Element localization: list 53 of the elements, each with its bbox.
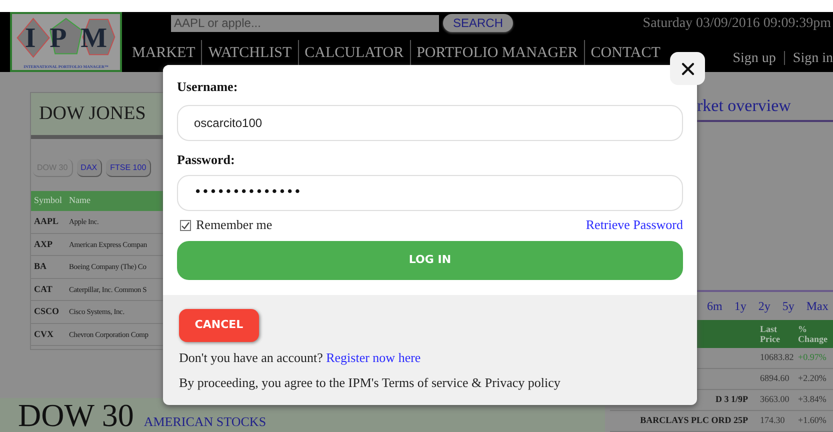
table-cell: AXP — [34, 238, 52, 248]
search-button[interactable]: SEARCH — [443, 14, 514, 32]
username-label: Username: — [177, 78, 239, 96]
table-cell-text: +2.20% — [798, 372, 826, 386]
account-link[interactable]: Sign in — [792, 48, 833, 68]
username-field[interactable]: oscarcito100 — [177, 104, 683, 140]
panel-title: DOW JONES — [39, 102, 146, 126]
range-link[interactable]: Max — [806, 297, 828, 315]
table-cell-text: +1.60% — [798, 414, 826, 428]
check-icon — [181, 220, 190, 230]
register-prompt: Don't you have an account? Register now here — [179, 349, 421, 367]
table-cell-text: BARCLAYS PLC ORD 25P — [640, 414, 748, 428]
column-header: Symbol — [34, 195, 62, 206]
table-cell: CAT — [34, 284, 52, 294]
footer-link[interactable]: AMERICAN STOCKS — [144, 412, 266, 432]
column-header: % Change — [798, 324, 829, 344]
table-cell: AAPL — [34, 216, 58, 226]
account-link[interactable]: Sign up — [732, 48, 776, 68]
close-button[interactable] — [670, 52, 705, 85]
remember-checkbox[interactable] — [180, 220, 191, 230]
index-tab[interactable]: FTSE 100 — [106, 159, 152, 177]
logo-letter: P — [50, 22, 67, 56]
remember-label: Remember me — [196, 216, 272, 234]
table-cell-text: 174.30 — [760, 414, 786, 428]
table-cell-text: 10683.82 — [760, 351, 795, 364]
table-cell: BA — [34, 261, 47, 271]
terms-text: By proceeding, you agree to the IPM's Terms of service & Privacy policy — [179, 374, 560, 392]
table-cell-text: 6894.60 — [760, 372, 790, 386]
footer-title: DOW 30 — [18, 398, 134, 432]
register-link[interactable]: Register now here — [326, 350, 421, 365]
range-link[interactable]: 5y — [782, 297, 794, 315]
logo-letter: I — [24, 22, 36, 56]
nav-link[interactable]: MARKET — [126, 40, 202, 66]
retrieve-password-link[interactable]: Retrieve Password — [586, 215, 683, 235]
table-cell-text: +0.97% — [798, 351, 826, 364]
column-header: Last Price — [760, 324, 781, 344]
range-link[interactable]: 1y — [734, 297, 746, 315]
password-label: Password: — [177, 150, 236, 168]
table-cell-text: +3.84% — [798, 393, 826, 406]
range-link[interactable]: 2y — [758, 297, 770, 315]
password-field[interactable]: •••••••••••••• — [177, 175, 683, 211]
table-cell: CVX — [34, 328, 54, 338]
date-time: Saturday 03/09/2016 09:09:39pm — [642, 14, 832, 32]
cancel-button[interactable]: CANCEL — [179, 309, 259, 342]
login-button[interactable]: LOG IN — [177, 241, 683, 280]
table-cell-text: D 3 1/9P — [716, 393, 748, 406]
table-cell-text: 3663.00 — [760, 393, 790, 406]
range-link[interactable]: 6m — [707, 297, 722, 315]
panel-title: rket overview — [697, 95, 791, 118]
table-cell: CSCO — [34, 306, 60, 316]
search-field[interactable]: AAPL or apple... — [171, 14, 439, 32]
column-header: Name — [69, 194, 90, 208]
index-tab[interactable]: DAX — [76, 159, 102, 177]
